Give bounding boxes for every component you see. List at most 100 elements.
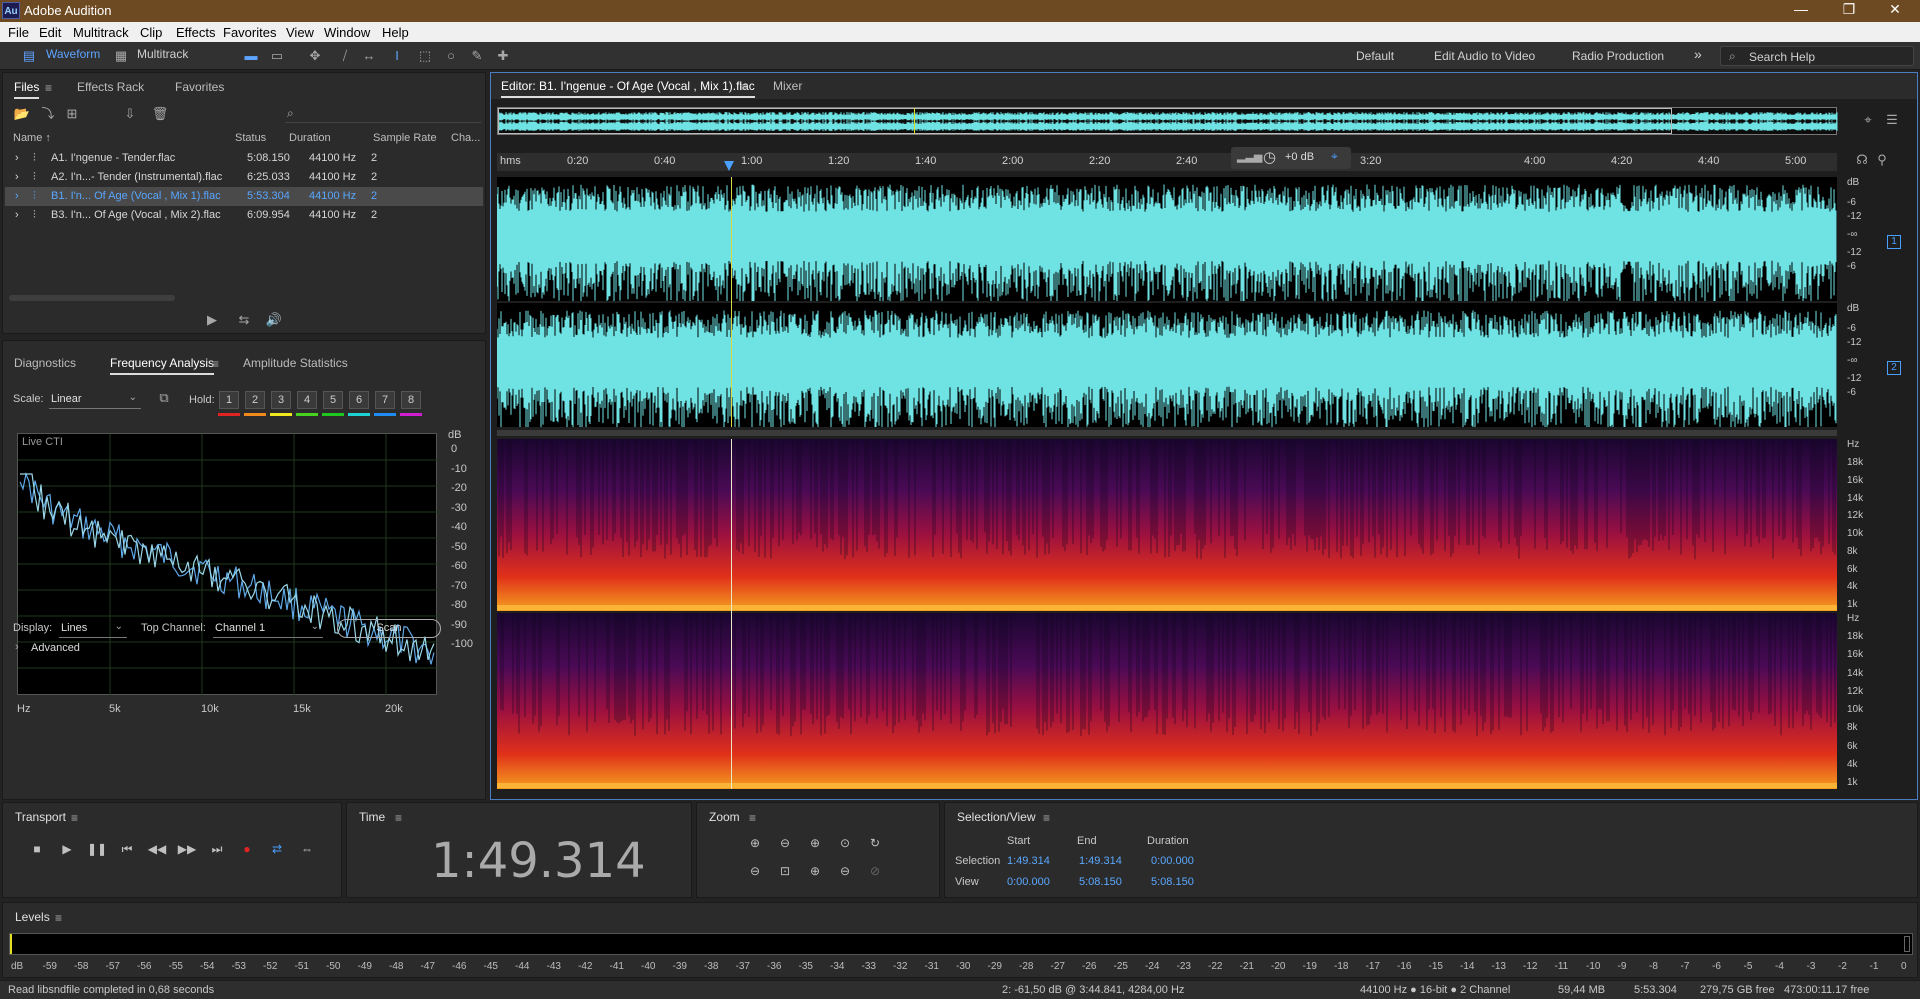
hud-gain-control[interactable]: ▂▃▅ ◷ +0 dB ⌖ xyxy=(1231,147,1351,169)
slip-tool-icon[interactable]: ↔ xyxy=(360,47,378,65)
multitrack-button[interactable]: Multitrack xyxy=(137,47,188,65)
brush-tool-icon[interactable]: ✎ xyxy=(468,47,486,65)
record-icon[interactable]: ● xyxy=(237,839,257,859)
toggle-spectral-icon[interactable]: ☰ xyxy=(1883,111,1901,129)
tab-effects-rack[interactable]: Effects Rack xyxy=(77,80,144,94)
column-name[interactable]: Name ↑ xyxy=(13,132,51,144)
hold-button-4[interactable]: 4 xyxy=(297,391,317,409)
close-button[interactable]: ✕ xyxy=(1872,1,1918,18)
view-range-handle[interactable] xyxy=(498,108,1672,134)
zoom-out-point-icon[interactable]: ⊖ xyxy=(835,861,855,881)
play-icon[interactable]: ▶ xyxy=(57,839,77,859)
marker-pin-icon[interactable]: ⚲ xyxy=(1873,151,1891,169)
chevron-right-icon[interactable]: › xyxy=(15,641,19,653)
zoom-out-full-icon[interactable]: ⊙ xyxy=(835,833,855,853)
menu-window[interactable]: Window xyxy=(324,25,370,40)
scale-dropdown[interactable]: Linear ⌄ xyxy=(49,391,141,409)
panel-menu-icon[interactable]: ≡ xyxy=(749,811,756,825)
advanced-toggle[interactable]: Advanced xyxy=(31,642,80,654)
selection-duration[interactable]: 0:00.000 xyxy=(1151,855,1194,867)
selection-end[interactable]: 1:49.314 xyxy=(1079,855,1122,867)
panel-menu-icon[interactable]: ≡ xyxy=(1043,811,1050,825)
hold-button-6[interactable]: 6 xyxy=(349,391,369,409)
overview-navigator[interactable] xyxy=(497,107,1838,135)
spot-healing-icon[interactable]: ✚ xyxy=(494,47,512,65)
channel-1-toggle[interactable]: 1 xyxy=(1887,235,1901,249)
tab-mixer[interactable]: Mixer xyxy=(773,79,802,93)
waveform-button[interactable]: Waveform xyxy=(46,47,100,65)
scan-button[interactable]: Scan xyxy=(337,619,441,638)
zoom-in-point-icon[interactable]: ⊕ xyxy=(805,861,825,881)
tab-amplitude-statistics[interactable]: Amplitude Statistics xyxy=(243,356,348,370)
panel-menu-icon[interactable]: ≡ xyxy=(741,80,748,94)
tab-diagnostics[interactable]: Diagnostics xyxy=(14,356,76,370)
column-duration[interactable]: Duration xyxy=(289,132,331,144)
zoom-navigator-icon[interactable]: ⌖ xyxy=(1859,111,1877,129)
copy-icon[interactable]: ⧉ xyxy=(155,389,173,407)
view-start[interactable]: 0:00.000 xyxy=(1007,876,1050,888)
horizontal-scrollbar[interactable] xyxy=(9,295,175,301)
splitter-handle[interactable] xyxy=(497,430,1837,436)
panel-menu-icon[interactable]: ≡ xyxy=(395,811,402,825)
spectrogram-channel-2[interactable] xyxy=(497,613,1837,789)
rewind-icon[interactable]: ◀◀ xyxy=(147,839,167,859)
channel-1-waveform[interactable] xyxy=(497,177,1837,301)
marquee-tool-icon[interactable]: ⬚ xyxy=(416,47,434,65)
maximize-button[interactable]: ❐ xyxy=(1826,1,1872,18)
razor-tool-icon[interactable]: ⧸ xyxy=(336,47,354,65)
workspace-radio-production[interactable]: Radio Production xyxy=(1572,49,1664,63)
lasso-tool-icon[interactable]: ○ xyxy=(442,47,460,65)
tab-favorites[interactable]: Favorites xyxy=(175,80,224,94)
panel-menu-icon[interactable]: ≡ xyxy=(71,811,78,825)
workspace-edit-audio-to-video[interactable]: Edit Audio to Video xyxy=(1434,49,1535,63)
file-row[interactable]: › ⫶ A2. I'n...- Tender (Instrumental).flac… xyxy=(5,168,483,187)
file-row[interactable]: › ⫶ A1. I'ngenue - Tender.flac 5:08.150 4410… xyxy=(5,149,483,168)
import-file-icon[interactable]: ⤵ xyxy=(39,105,57,123)
channel-2-toggle[interactable]: 2 xyxy=(1887,361,1901,375)
column-status[interactable]: Status xyxy=(235,132,266,144)
clip-indicator[interactable] xyxy=(1904,936,1910,952)
hold-button-3[interactable]: 3 xyxy=(271,391,291,409)
display-dropdown[interactable]: Lines ⌄ xyxy=(59,620,127,638)
open-file-icon[interactable]: 📂 xyxy=(13,105,31,123)
zoom-in-time-icon[interactable]: ⊕ xyxy=(805,833,825,853)
files-search-field[interactable]: ⌕ xyxy=(285,105,481,123)
spectral-pitch-icon[interactable]: ▭ xyxy=(268,47,286,65)
hold-button-2[interactable]: 2 xyxy=(245,391,265,409)
next-icon[interactable]: ⏭ xyxy=(207,839,227,859)
loop-preview-icon[interactable]: ⇆ xyxy=(235,311,253,329)
view-end[interactable]: 5:08.150 xyxy=(1079,876,1122,888)
panel-menu-icon[interactable]: ≡ xyxy=(55,911,62,925)
stop-icon[interactable]: ■ xyxy=(27,839,47,859)
autoplay-speaker-icon[interactable]: 🔊 xyxy=(265,311,283,329)
spectrogram-channel-1[interactable] xyxy=(497,439,1837,611)
zoom-out-amplitude-icon[interactable]: ⊖ xyxy=(775,833,795,853)
skip-selection-icon[interactable]: ⇔ xyxy=(297,839,317,859)
menu-file[interactable]: File xyxy=(8,25,29,40)
loop-icon[interactable]: ⇄ xyxy=(267,839,287,859)
selection-start[interactable]: 1:49.314 xyxy=(1007,855,1050,867)
menu-edit[interactable]: Edit xyxy=(39,25,61,40)
tab-frequency-analysis[interactable]: Frequency Analysis xyxy=(110,356,215,375)
menu-help[interactable]: Help xyxy=(382,25,409,40)
menu-multitrack[interactable]: Multitrack xyxy=(73,25,129,40)
file-row[interactable]: › ⫶ B3. I'n... Of Age (Vocal , Mix 2).flac… xyxy=(5,206,483,225)
new-file-icon[interactable]: ⊞ xyxy=(63,105,81,123)
view-duration[interactable]: 5:08.150 xyxy=(1151,876,1194,888)
insert-multitrack-icon[interactable]: ⇩ xyxy=(121,105,139,123)
time-selection-tool-icon[interactable]: I xyxy=(388,47,406,65)
column-sample-rate[interactable]: Sample Rate xyxy=(373,132,437,144)
pause-icon[interactable]: ❚❚ xyxy=(87,839,107,859)
column-channels[interactable]: Cha... xyxy=(451,132,480,144)
zoom-in-amplitude-icon[interactable]: ⊕ xyxy=(745,833,765,853)
gain-knob-icon[interactable]: ◷ xyxy=(1263,148,1276,166)
hold-button-1[interactable]: 1 xyxy=(219,391,239,409)
tab-files[interactable]: Files xyxy=(14,80,40,99)
menu-favorites[interactable]: Favorites xyxy=(223,25,276,40)
more-workspaces-button[interactable]: » xyxy=(1694,46,1702,62)
time-ruler[interactable]: hms 0:200:401:001:201:402:002:202:403:00… xyxy=(497,153,1837,171)
menu-effects[interactable]: Effects xyxy=(176,25,216,40)
hold-button-7[interactable]: 7 xyxy=(375,391,395,409)
tab-editor[interactable]: Editor: B1. I'ngenue - Of Age (Vocal , M… xyxy=(501,79,755,98)
fast-forward-icon[interactable]: ▶▶ xyxy=(177,839,197,859)
